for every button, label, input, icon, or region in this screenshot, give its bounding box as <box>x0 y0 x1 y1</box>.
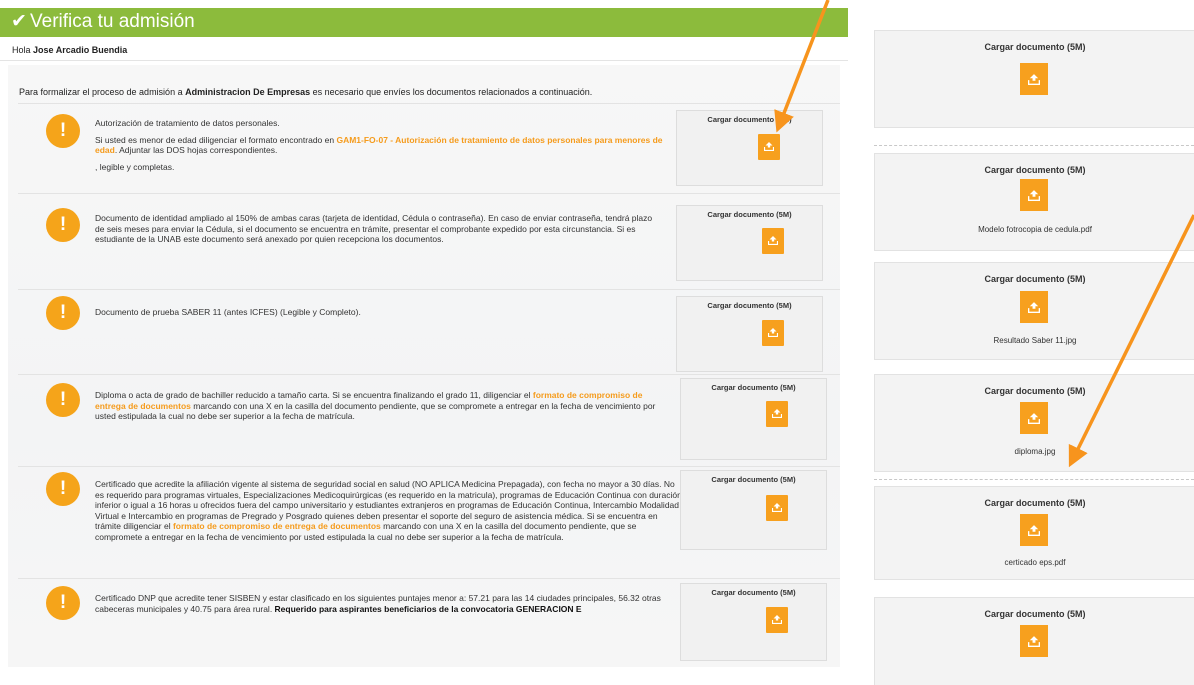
commitment-format-link[interactable]: formato de compromiso de entrega de docu… <box>173 521 381 531</box>
requirement-text: Certificado que acredite la afiliación v… <box>95 479 685 542</box>
row-divider <box>18 374 840 375</box>
upload-label: Cargar documento (5M) <box>711 588 796 597</box>
upload-icon[interactable] <box>1020 179 1048 211</box>
intro-after: es necesario que envíes los documentos r… <box>310 87 593 97</box>
upload-icon[interactable] <box>758 134 780 160</box>
uploaded-file-name[interactable]: Resultado Saber 11.jpg <box>875 336 1194 345</box>
detail-text: Si usted es menor de edad diligenciar el… <box>95 134 337 145</box>
upload-icon[interactable] <box>762 320 784 346</box>
row-divider <box>18 578 840 579</box>
warning-icon: ! <box>46 383 80 417</box>
user-name: Jose Arcadio Buendia <box>33 45 128 55</box>
upload-label: Cargar documento (5M) <box>707 210 792 219</box>
row-divider <box>18 103 840 104</box>
upload-icon[interactable] <box>1020 291 1048 323</box>
uploaded-file-name[interactable]: Modelo fotrocopia de cedula.pdf <box>875 225 1194 234</box>
row-divider <box>18 466 840 467</box>
upload-label: Cargar documento (5M) <box>984 609 1086 619</box>
requirement-note: , legible y completas. <box>95 161 175 172</box>
requirement-title: Autorización de tratamiento de datos per… <box>95 118 280 128</box>
upload-label: Cargar documento (5M) <box>984 165 1086 175</box>
check-icon: ✔ <box>11 11 27 32</box>
warning-icon: ! <box>46 296 80 330</box>
requirement-text: Diploma o acta de grado de bachiller red… <box>95 390 675 422</box>
upload-icon[interactable] <box>1020 625 1048 657</box>
requirement-text: Documento de identidad ampliado al 150% … <box>95 213 653 244</box>
divider <box>0 60 848 61</box>
upload-box[interactable]: Cargar documento (5M) <box>680 470 827 550</box>
upload-box[interactable]: Cargar documento (5M) <box>676 205 823 281</box>
uploaded-file-name[interactable]: certicado eps.pdf <box>875 558 1194 567</box>
uploaded-file-name[interactable]: diploma.jpg <box>875 447 1194 456</box>
greeting: Hola Jose Arcadio Buendia <box>12 45 127 55</box>
program-name: Administracion De Empresas <box>185 87 311 97</box>
admission-main-panel: ✔ Verifica tu admisión Hola Jose Arcadio… <box>0 0 848 684</box>
upload-label: Cargar documento (5M) <box>984 42 1086 52</box>
requirement-part: Diploma o acta de grado de bachiller red… <box>95 390 533 400</box>
upload-label: Cargar documento (5M) <box>711 383 796 392</box>
upload-box[interactable]: Cargar documento (5M) <box>676 110 823 186</box>
page-header: ✔ Verifica tu admisión <box>0 8 848 37</box>
upload-icon[interactable] <box>766 401 788 427</box>
upload-label: Cargar documento (5M) <box>707 115 792 124</box>
upload-box[interactable]: Cargar documento (5M) <box>680 583 827 661</box>
intro-before: Para formalizar el proceso de admisión a <box>19 87 186 97</box>
requirement-text: Documento de prueba SABER 11 (antes ICFE… <box>95 307 361 317</box>
requirement-detail: Si usted es menor de edad diligenciar el… <box>95 135 663 156</box>
page-title: Verifica tu admisión <box>30 11 195 32</box>
row-divider <box>18 289 840 290</box>
upload-label: Cargar documento (5M) <box>984 386 1086 396</box>
upload-icon[interactable] <box>1020 402 1048 434</box>
requirement-text: Autorización de tratamiento de datos per… <box>95 118 663 178</box>
upload-label: Cargar documento (5M) <box>984 498 1086 508</box>
upload-icon[interactable] <box>1020 514 1048 546</box>
card-separator <box>874 145 1194 146</box>
upload-box[interactable]: Cargar documento (5M) <box>676 296 823 372</box>
greeting-prefix: Hola <box>12 45 31 55</box>
upload-label: Cargar documento (5M) <box>711 475 796 484</box>
detail-text: . Adjuntar las DOS hojas correspondiente… <box>114 145 278 155</box>
upload-label: Cargar documento (5M) <box>984 274 1086 284</box>
warning-icon: ! <box>46 114 80 148</box>
row-divider <box>18 193 840 194</box>
warning-icon: ! <box>46 472 80 506</box>
warning-icon: ! <box>46 586 80 620</box>
requirement-bold-note: Requerido para aspirantes beneficiarios … <box>274 603 582 614</box>
upload-box[interactable]: Cargar documento (5M) <box>680 378 827 460</box>
upload-icon[interactable] <box>766 495 788 521</box>
upload-icon[interactable] <box>762 228 784 254</box>
upload-label: Cargar documento (5M) <box>707 301 792 310</box>
upload-icon[interactable] <box>766 607 788 633</box>
intro-text: Para formalizar el proceso de admisión a… <box>19 87 592 97</box>
upload-icon[interactable] <box>1020 63 1048 95</box>
card-separator <box>874 479 1194 480</box>
requirement-text: Certificado DNP que acredite tener SISBE… <box>95 593 670 614</box>
warning-icon: ! <box>46 208 80 242</box>
